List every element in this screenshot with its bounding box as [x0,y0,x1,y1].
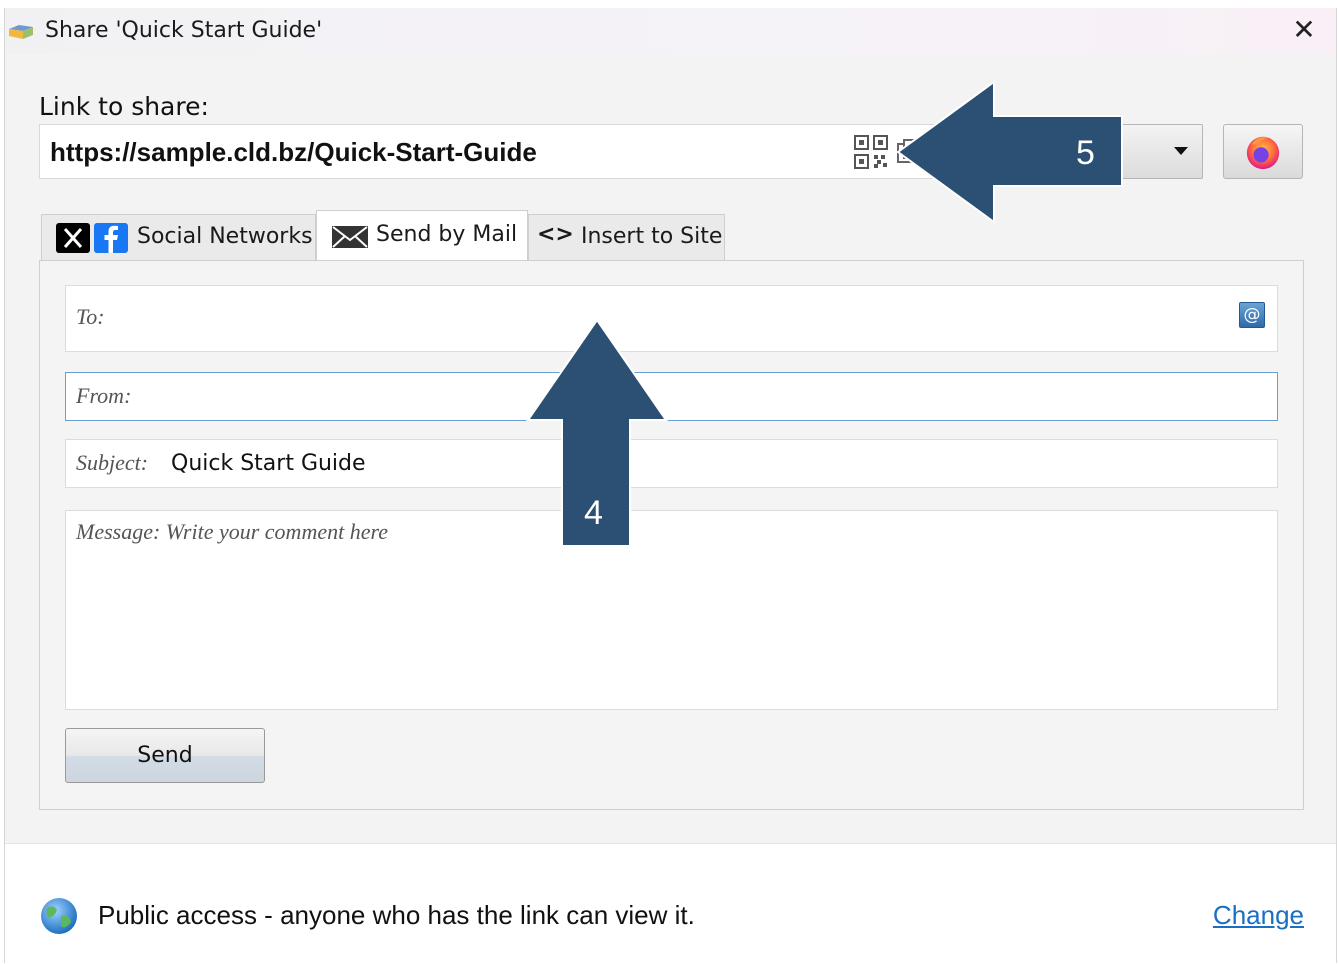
link-label: Link to share: [39,92,209,121]
tab-social-networks-label: Social Networks [137,224,313,249]
globe-icon [41,898,77,934]
address-book-icon[interactable]: @ [1239,302,1265,328]
firefox-icon [1246,136,1280,170]
subject-value[interactable]: Quick Start Guide [171,451,366,476]
tab-insert-to-site-label: Insert to Site [581,224,723,249]
send-by-mail-panel: To: @ From: Subject: Quick Start Guide M… [39,260,1304,810]
tab-send-by-mail[interactable]: Send by Mail [316,210,528,260]
link-url[interactable]: https://sample.cld.bz/Quick-Start-Guide [50,137,537,168]
chevron-down-icon [1174,147,1188,155]
tab-send-by-mail-label: Send by Mail [376,222,518,247]
from-placeholder: From: [76,383,132,408]
send-button[interactable]: Send [65,728,265,783]
tab-insert-to-site[interactable]: <> Insert to Site [528,214,725,260]
tab-social-networks[interactable]: Social Networks [41,214,316,260]
annotation-number-4: 4 [584,494,603,532]
qr-code-icon[interactable] [854,135,888,169]
share-dialog: Share 'Quick Start Guide' ✕ Link to shar… [4,8,1337,964]
facebook-icon [94,223,128,253]
to-placeholder: To: [76,304,105,329]
subject-label: Subject: [76,450,149,475]
title-bar: Share 'Quick Start Guide' ✕ [5,8,1336,54]
annotation-number-5: 5 [1076,134,1095,172]
from-field[interactable]: From: [65,372,1278,421]
access-description: Public access - anyone who has the link … [98,900,695,930]
window-title: Share 'Quick Start Guide' [45,18,323,43]
code-icon: <> [537,222,574,247]
open-in-browser-button[interactable] [1223,124,1303,179]
change-access-link[interactable]: Change [1213,900,1304,931]
x-logo-icon [56,223,90,253]
message-field[interactable]: Message: Write your comment here [65,510,1278,710]
app-icon [9,25,33,39]
subject-field[interactable]: Subject: Quick Start Guide [65,439,1278,488]
message-placeholder: Message: Write your comment here [76,519,388,544]
to-field[interactable]: To: @ [65,285,1278,352]
access-footer: Public access - anyone who has the link … [5,843,1336,964]
close-icon: ✕ [1292,13,1316,46]
mail-icon [332,226,368,248]
close-button[interactable]: ✕ [1288,14,1320,46]
